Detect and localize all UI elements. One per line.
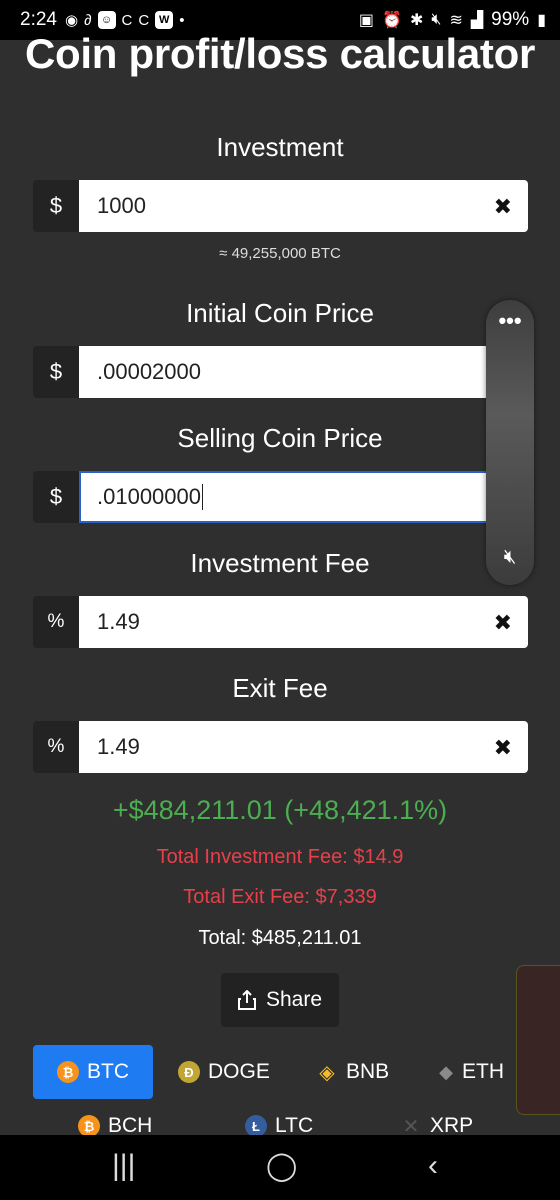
initial-price-input[interactable]: .00002000 <box>79 346 528 398</box>
total-exit-fee: Total Exit Fee: $7,339 <box>183 886 377 908</box>
investment-fee-value: 1.49 <box>97 609 140 634</box>
bluetooth-icon: ✱ <box>409 12 424 29</box>
coin-btc-button[interactable]: ₿ BTC <box>33 1045 153 1099</box>
initial-price-label: Initial Coin Price <box>186 298 374 328</box>
initial-price-field: $ .00002000 <box>33 346 528 398</box>
signal-icon: ▟ <box>470 12 484 29</box>
doge-icon: Ð <box>178 1061 200 1083</box>
alarm-icon: ⏰ <box>382 12 402 29</box>
clear-exit-fee-icon[interactable]: ✖ <box>494 735 512 761</box>
investment-fee-field: % 1.49 ✖ <box>33 596 528 648</box>
exit-fee-input[interactable]: 1.49 ✖ <box>79 721 528 773</box>
coin-bnb-button[interactable]: ◈ BNB <box>316 1045 389 1099</box>
back-icon[interactable]: ‹ <box>428 1149 438 1183</box>
exit-fee-value: 1.49 <box>97 734 140 759</box>
exit-fee-field: % 1.49 ✖ <box>33 721 528 773</box>
selling-price-input[interactable]: .01000000 <box>79 471 528 523</box>
battery-level: 99% <box>491 9 530 30</box>
selling-price-field: $ .01000000 <box>33 471 528 523</box>
messenger-icon: ◉ <box>64 12 79 29</box>
selling-price-prefix: $ <box>33 471 79 523</box>
floating-window-thumbnail[interactable] <box>516 965 560 1115</box>
share-label: Share <box>265 988 323 1011</box>
notification-icons: ◉ ∂ ☺ C C W • <box>65 11 184 29</box>
ltc-icon: Ł <box>245 1115 267 1137</box>
initial-price-prefix: $ <box>33 346 79 398</box>
clear-investment-icon[interactable]: ✖ <box>494 194 512 220</box>
eth-icon: ◆ <box>439 1061 453 1082</box>
lock-icon: ▣ <box>358 12 375 29</box>
navigation-bar: ||| ◯ ‹ <box>0 1135 560 1200</box>
c-icon-2: C <box>138 11 150 29</box>
bitcoin-icon: ₿ <box>57 1061 79 1083</box>
exit-fee-prefix: % <box>33 721 79 773</box>
recent-apps-icon[interactable]: ||| <box>112 1149 135 1183</box>
coin-label: ETH <box>462 1060 504 1083</box>
bnb-icon: ◈ <box>319 1061 335 1084</box>
total-investment-fee: Total Investment Fee: $14.9 <box>156 846 404 868</box>
investment-value: 1000 <box>97 193 146 218</box>
coin-label: BTC <box>87 1060 129 1083</box>
volume-panel[interactable]: ••• 🔇︎ <box>486 300 534 585</box>
bch-icon: ₿ <box>78 1115 100 1137</box>
app-icon: ☺ <box>97 11 116 29</box>
selling-price-value: .01000000 <box>97 484 201 509</box>
exit-fee-label: Exit Fee <box>232 673 328 703</box>
investment-fee-input[interactable]: 1.49 ✖ <box>79 596 528 648</box>
battery-icon: ▮ <box>537 12 546 29</box>
investment-fee-prefix: % <box>33 596 79 648</box>
volume-mute-icon[interactable]: 🔇︎ <box>486 546 534 569</box>
share-icon <box>237 990 256 1010</box>
investment-prefix: $ <box>33 180 79 232</box>
share-button[interactable]: Share <box>221 973 339 1027</box>
coin-label: BNB <box>346 1060 390 1083</box>
coin-doge-button[interactable]: Ð DOGE <box>178 1045 270 1099</box>
text-cursor <box>202 484 203 510</box>
home-icon[interactable]: ◯ <box>266 1149 297 1182</box>
more-options-icon[interactable]: ••• <box>486 308 534 334</box>
mute-icon: 🔇︎ <box>431 11 442 28</box>
investment-fee-label: Investment Fee <box>190 548 370 578</box>
webtoon-icon: W <box>155 11 174 29</box>
status-time: 2:24 <box>20 9 57 30</box>
investment-label: Investment <box>216 132 344 162</box>
investment-coin-amount: ≈ 49,255,000 BTC <box>219 245 341 262</box>
page-title: Coin profit/loss calculator <box>25 30 535 77</box>
profit-result: +$484,211.01 (+48,421.1%) <box>112 795 448 825</box>
selling-price-label: Selling Coin Price <box>177 423 383 453</box>
investment-field: $ 1000 ✖ <box>33 180 528 232</box>
investment-input[interactable]: 1000 ✖ <box>79 180 528 232</box>
wifi-icon: ≋ <box>449 12 463 29</box>
link-icon: ∂ <box>84 11 92 29</box>
system-icons: ▣ ⏰ ✱ 🔇︎ ≋ ▟ 99% ▮ <box>359 9 546 31</box>
initial-price-value: .00002000 <box>97 359 201 384</box>
coin-label: DOGE <box>208 1060 270 1083</box>
xrp-icon: ✕ <box>402 1115 420 1138</box>
more-dot-icon: • <box>179 11 185 29</box>
c-icon: C <box>121 11 133 29</box>
clear-investment-fee-icon[interactable]: ✖ <box>494 610 512 636</box>
total-result: Total: $485,211.01 <box>198 927 362 949</box>
coin-eth-button[interactable]: ◆ ETH <box>438 1045 504 1099</box>
